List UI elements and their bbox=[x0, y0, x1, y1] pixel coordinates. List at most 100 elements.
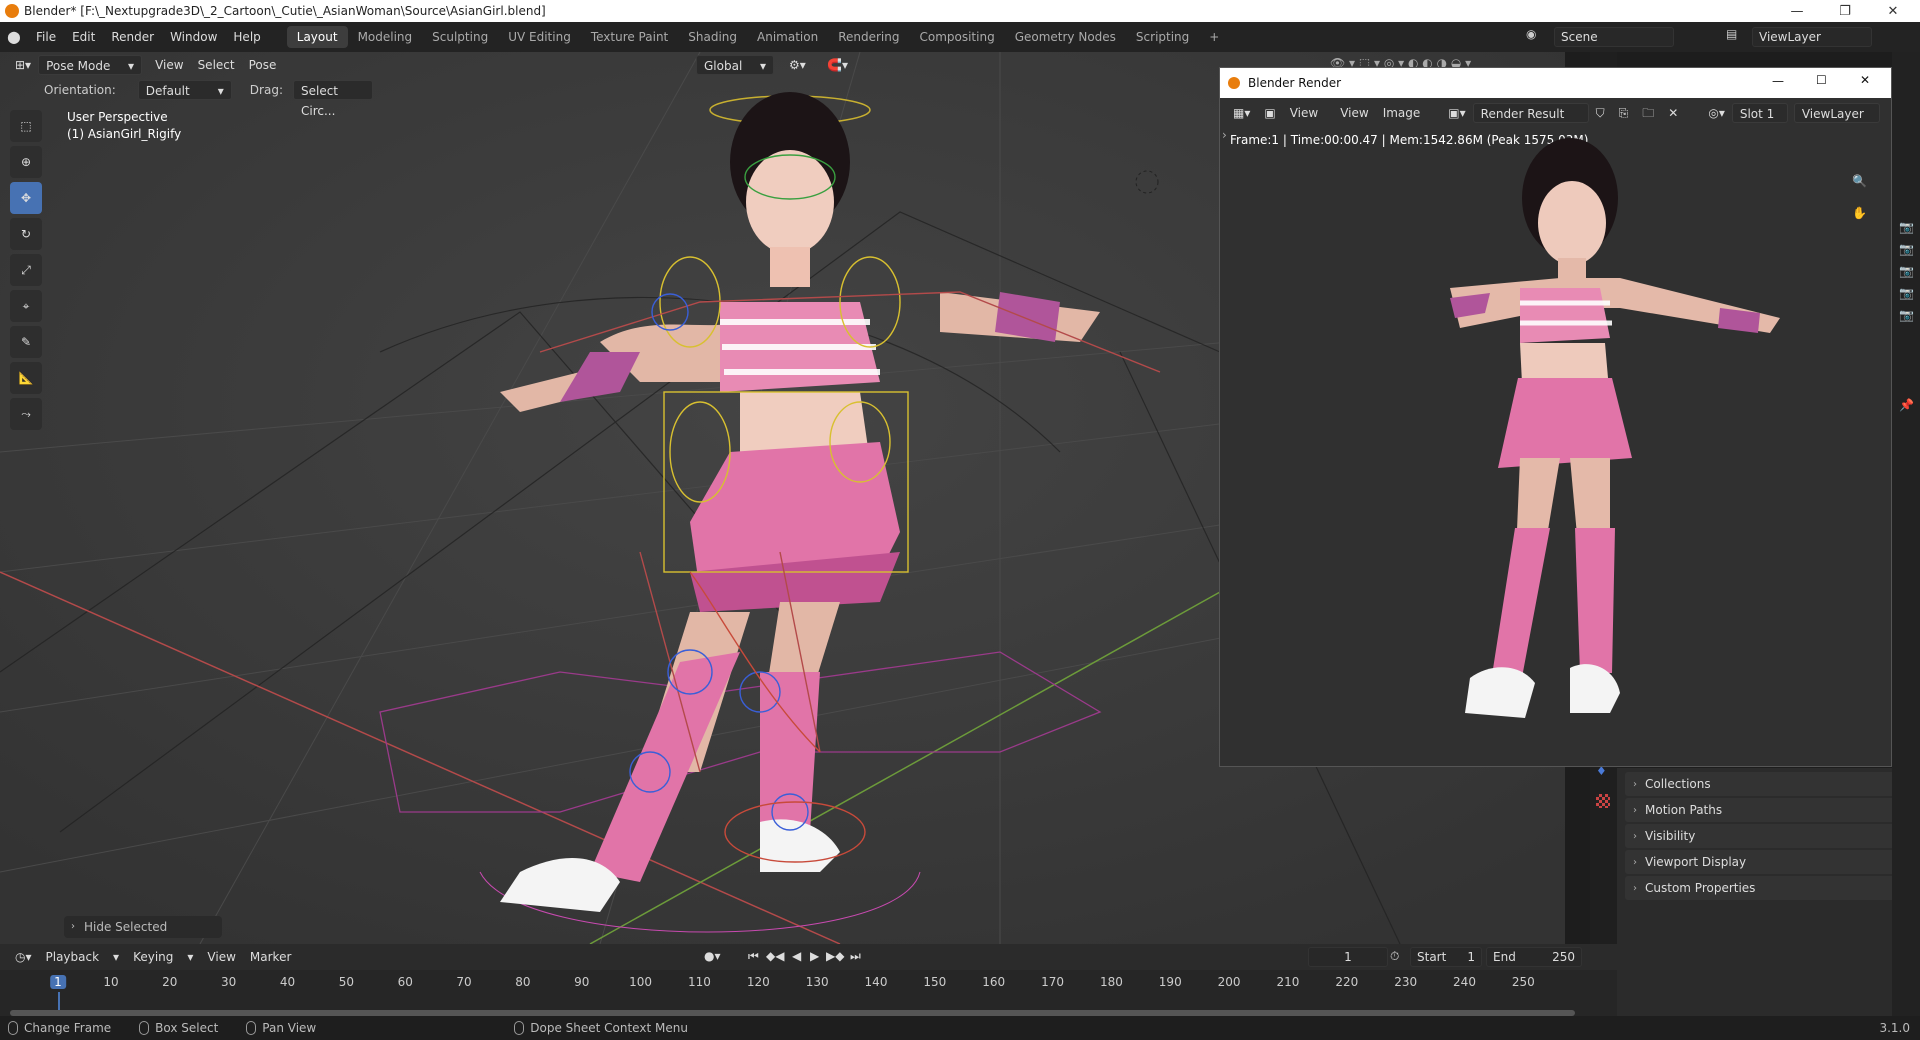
render-result-field[interactable]: Render Result bbox=[1472, 103, 1589, 123]
render-canvas[interactable]: Frame:1 | Time:00:00.47 | Mem:1542.86M (… bbox=[1220, 128, 1891, 766]
overlay-icon[interactable]: ◎▾ bbox=[1701, 103, 1732, 123]
drag-label: Drag: bbox=[249, 83, 283, 97]
menu-keying[interactable]: Keying bbox=[126, 947, 180, 967]
open-image-icon[interactable]: 🗀 bbox=[1635, 103, 1661, 123]
camera-icon[interactable]: 📷 bbox=[1899, 286, 1914, 300]
render-menu-view-2[interactable]: View bbox=[1333, 103, 1375, 123]
last-operator-panel[interactable]: › Hide Selected bbox=[64, 916, 222, 938]
blender-menu-icon[interactable]: ⬤ bbox=[0, 30, 28, 44]
pivot-point-icon[interactable]: ⚙▾ bbox=[782, 55, 813, 75]
scene-field[interactable]: Scene bbox=[1554, 27, 1674, 47]
drag-dropdown[interactable]: Select Circ... bbox=[292, 80, 373, 118]
camera-icon[interactable]: 📷 bbox=[1899, 242, 1914, 256]
tab-sculpting[interactable]: Sculpting bbox=[422, 26, 498, 48]
display-mode-icon[interactable]: ▣ bbox=[1257, 103, 1282, 123]
tab-animation[interactable]: Animation bbox=[747, 26, 828, 48]
camera-icon[interactable]: 📷 bbox=[1899, 308, 1914, 322]
section-motion-paths[interactable]: › Motion Paths bbox=[1625, 798, 1912, 822]
section-visibility[interactable]: › Visibility bbox=[1625, 824, 1912, 848]
timeline-menu-view[interactable]: View bbox=[200, 947, 242, 967]
close-icon[interactable]: ✕ bbox=[1870, 0, 1916, 22]
menu-playback[interactable]: Playback bbox=[39, 947, 107, 967]
measure-tool-icon[interactable]: 📐 bbox=[10, 362, 42, 394]
view-layer-icon[interactable]: ▤ bbox=[1726, 27, 1737, 41]
zoom-icon[interactable]: 🔍 bbox=[1852, 174, 1867, 188]
menu-render[interactable]: Render bbox=[103, 26, 162, 48]
view-layer-field[interactable]: ViewLayer bbox=[1752, 27, 1872, 47]
stopwatch-icon[interactable]: ⏱ bbox=[1390, 949, 1399, 964]
play-icon[interactable]: ▶ bbox=[810, 949, 819, 963]
start-frame-field[interactable]: Start 1 bbox=[1410, 947, 1482, 967]
play-reverse-icon[interactable]: ◀ bbox=[792, 949, 801, 963]
tab-uv-editing[interactable]: UV Editing bbox=[498, 26, 581, 48]
mode-dropdown[interactable]: Pose Mode ▾ bbox=[38, 55, 143, 75]
status-change-frame: Change Frame bbox=[0, 1021, 111, 1035]
tab-texture-paint[interactable]: Texture Paint bbox=[581, 26, 678, 48]
render-menu-view-1[interactable]: View bbox=[1283, 103, 1325, 123]
next-keyframe-icon[interactable]: ▶◆ bbox=[826, 949, 844, 963]
viewport-menu-view[interactable]: View bbox=[148, 55, 190, 75]
current-frame-field[interactable]: 1 bbox=[1308, 947, 1388, 967]
section-custom-properties[interactable]: › Custom Properties bbox=[1625, 876, 1912, 900]
scale-tool-icon[interactable]: ⤢ bbox=[10, 254, 42, 286]
slot-dropdown[interactable]: Slot 1 bbox=[1731, 103, 1788, 123]
minimize-icon[interactable]: — bbox=[1772, 74, 1784, 88]
chevron-right-icon: › bbox=[71, 921, 75, 932]
jump-start-icon[interactable]: ⏮ bbox=[748, 949, 759, 964]
transform-orientation-dropdown[interactable]: Global ▾ bbox=[696, 55, 774, 75]
section-collections[interactable]: › Collections bbox=[1625, 772, 1912, 796]
record-icon[interactable]: ●▾ bbox=[704, 949, 721, 963]
pose-tool-icon[interactable]: ⤳ bbox=[10, 398, 42, 430]
add-workspace-button[interactable]: + bbox=[1199, 26, 1229, 48]
menu-edit[interactable]: Edit bbox=[64, 26, 103, 48]
menu-marker[interactable]: Marker bbox=[243, 947, 298, 967]
tab-modeling[interactable]: Modeling bbox=[348, 26, 423, 48]
tab-rendering[interactable]: Rendering bbox=[828, 26, 909, 48]
tab-shading[interactable]: Shading bbox=[678, 26, 747, 48]
section-viewport-display[interactable]: › Viewport Display bbox=[1625, 850, 1912, 874]
end-frame-field[interactable]: End 250 bbox=[1486, 947, 1582, 967]
tab-geometry-nodes[interactable]: Geometry Nodes bbox=[1005, 26, 1126, 48]
timeline-ruler[interactable]: 1 10 20 30 40 50 60 70 80 90 100 110 120 130 140 150 160… bbox=[0, 970, 1590, 1032]
render-view-layer-dropdown[interactable]: ViewLayer bbox=[1793, 103, 1880, 123]
camera-icon[interactable]: 📷 bbox=[1899, 264, 1914, 278]
image-browse-icon[interactable]: ▣▾ bbox=[1441, 103, 1472, 123]
unlink-icon[interactable]: ✕ bbox=[1661, 103, 1685, 123]
viewport-menu-pose[interactable]: Pose bbox=[242, 55, 284, 75]
move-tool-icon[interactable]: ✥ bbox=[10, 182, 42, 214]
menu-help[interactable]: Help bbox=[225, 26, 268, 48]
tab-layout[interactable]: Layout bbox=[286, 26, 348, 48]
jump-end-icon[interactable]: ⏭ bbox=[850, 949, 861, 964]
new-image-icon[interactable]: ⎘ bbox=[1612, 103, 1636, 123]
close-icon[interactable]: ✕ bbox=[1860, 73, 1870, 87]
texture-icon[interactable] bbox=[1596, 794, 1610, 808]
render-menu-image[interactable]: Image bbox=[1376, 103, 1428, 123]
maximize-icon[interactable]: ❐ bbox=[1822, 0, 1868, 22]
prev-keyframe-icon[interactable]: ◆◀ bbox=[766, 949, 784, 963]
tab-compositing[interactable]: Compositing bbox=[909, 26, 1004, 48]
sidebar-toggle-icon[interactable]: › bbox=[1222, 128, 1227, 142]
timeline-tick-label: 90 bbox=[574, 975, 590, 989]
cursor-tool-icon[interactable]: ⊕ bbox=[10, 146, 42, 178]
transform-tool-icon[interactable]: ⌖ bbox=[10, 290, 42, 322]
timeline-editor-type-icon[interactable]: ◷▾ bbox=[8, 947, 39, 967]
pan-hand-icon[interactable]: ✋ bbox=[1852, 206, 1867, 220]
rotate-tool-icon[interactable]: ↻ bbox=[10, 218, 42, 250]
scene-selector-icon[interactable]: ◉ bbox=[1526, 27, 1536, 41]
editor-type-icon[interactable]: ▦▾ bbox=[1226, 103, 1257, 123]
tab-scripting[interactable]: Scripting bbox=[1126, 26, 1199, 48]
camera-icon[interactable]: 📷 bbox=[1899, 220, 1914, 234]
select-tool-icon[interactable]: ⬚ bbox=[10, 110, 42, 142]
menu-file[interactable]: File bbox=[28, 26, 64, 48]
orientation-dropdown[interactable]: Default ▾ bbox=[137, 80, 232, 100]
pin-icon[interactable]: 📌 bbox=[1899, 398, 1914, 412]
snap-icon[interactable]: 🧲▾ bbox=[820, 55, 855, 75]
maximize-icon[interactable]: ☐ bbox=[1816, 73, 1827, 87]
menu-window[interactable]: Window bbox=[162, 26, 225, 48]
fake-user-icon[interactable]: ⛉ bbox=[1589, 103, 1612, 123]
section-label: Viewport Display bbox=[1645, 855, 1747, 869]
editor-type-icon[interactable]: ⊞▾ bbox=[8, 55, 38, 75]
viewport-menu-select[interactable]: Select bbox=[191, 55, 242, 75]
annotate-tool-icon[interactable]: ✎ bbox=[10, 326, 42, 358]
minimize-icon[interactable]: — bbox=[1774, 0, 1820, 22]
